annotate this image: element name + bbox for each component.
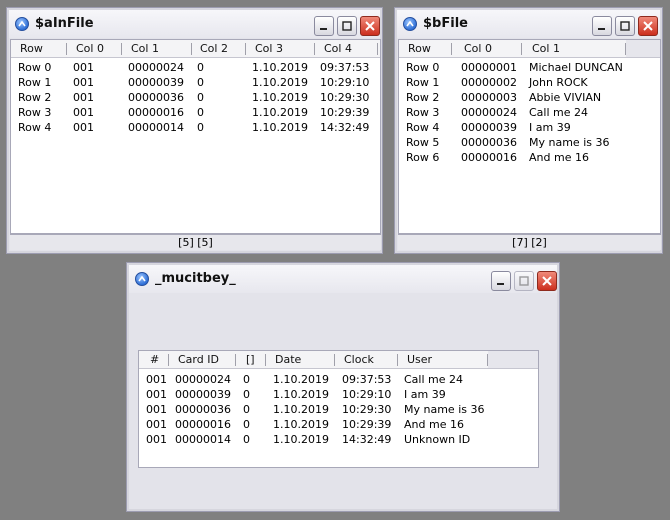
column-header[interactable]: Col 0 [464,42,492,56]
window-ainfile: $aInFile Row Col 0 Col 1 Col 2 Col 3 Col… [6,7,383,254]
table-row[interactable]: Row 0 00000001 Michael DUNCAN [399,60,660,75]
minimize-icon [598,28,605,30]
table-row[interactable]: Row 4 001 00000014 0 1.10.2019 14:32:49 [11,120,380,135]
column-header[interactable]: Row [20,42,43,56]
table-row[interactable]: 001 00000016 0 1.10.2019 10:29:39 And me 16 [139,417,538,432]
table-row[interactable]: Row 1 001 00000039 0 1.10.2019 10:29:10 [11,75,380,90]
status-bar: [5] [5] [10,234,381,250]
grid-header: # Card ID [] Date Clock User [139,351,538,369]
maximize-button[interactable] [337,16,357,36]
app-logo-icon[interactable] [135,272,149,286]
minimize-icon [497,283,504,285]
maximize-icon [519,276,529,286]
column-header[interactable]: Row [408,42,431,56]
column-header[interactable]: Clock [344,353,374,367]
column-header[interactable]: Col 1 [131,42,159,56]
column-header[interactable]: Col 3 [255,42,283,56]
titlebar[interactable]: $bFile [397,10,660,38]
table-row[interactable]: 001 00000039 0 1.10.2019 10:29:10 I am 39 [139,387,538,402]
minimize-button[interactable] [592,16,612,36]
data-grid[interactable]: # Card ID [] Date Clock User 001 00000024… [138,350,539,468]
minimize-button[interactable] [314,16,334,36]
column-header[interactable]: Col 2 [200,42,228,56]
table-row[interactable]: 001 00000036 0 1.10.2019 10:29:30 My name is … [139,402,538,417]
column-header[interactable]: Col 0 [76,42,104,56]
window-title: _mucitbey_ [155,271,236,286]
column-header[interactable]: Date [275,353,301,367]
table-row[interactable]: Row 2 001 00000036 0 1.10.2019 10:29:30 [11,90,380,105]
grid-header: Row Col 0 Col 1 [399,40,660,58]
window-title: $bFile [423,16,468,31]
maximize-icon [342,21,352,31]
maximize-icon [620,21,630,31]
table-row[interactable]: Row 2 00000003 Abbie VIVIAN [399,90,660,105]
close-button[interactable] [638,16,658,36]
table-row[interactable]: Row 6 00000016 And me 16 [399,150,660,165]
table-row[interactable]: Row 3 00000024 Call me 24 [399,105,660,120]
app-logo-icon[interactable] [403,17,417,31]
column-header[interactable]: Col 4 [324,42,352,56]
close-icon [643,21,653,31]
column-header[interactable]: Col 1 [532,42,560,56]
table-row[interactable]: 001 00000014 0 1.10.2019 14:32:49 Unknown ID [139,432,538,447]
close-button[interactable] [360,16,380,36]
minimize-icon [320,28,327,30]
data-grid[interactable]: Row Col 0 Col 1 Col 2 Col 3 Col 4 Row 00… [10,39,381,234]
table-row[interactable]: Row 0 001 00000024 0 1.10.2019 09:37:53 [11,60,380,75]
window-mucitbey: _mucitbey_ # Card ID [] Date Clock User … [126,262,560,512]
grid-header: Row Col 0 Col 1 Col 2 Col 3 Col 4 [11,40,380,58]
table-row[interactable]: Row 1 00000002 John ROCK [399,75,660,90]
data-grid[interactable]: Row Col 0 Col 1 Row 0 00000001 Michael DUN… [398,39,661,234]
close-icon [365,21,375,31]
window-title: $aInFile [35,16,94,31]
column-header[interactable]: # [150,353,159,367]
titlebar[interactable]: $aInFile [9,10,380,38]
column-header[interactable]: [] [246,353,255,367]
titlebar[interactable]: _mucitbey_ [129,265,557,293]
column-header[interactable]: User [407,353,432,367]
table-row[interactable]: 001 00000024 0 1.10.2019 09:37:53 Call me 24 [139,372,538,387]
maximize-button [514,271,534,291]
minimize-button[interactable] [491,271,511,291]
close-icon [542,276,552,286]
table-row[interactable]: Row 3 001 00000016 0 1.10.2019 10:29:39 [11,105,380,120]
status-bar: [7] [2] [398,234,661,250]
column-header[interactable]: Card ID [178,353,219,367]
table-row[interactable]: Row 4 00000039 I am 39 [399,120,660,135]
close-button[interactable] [537,271,557,291]
window-bfile: $bFile Row Col 0 Col 1 Row 0 00000001 Mich… [394,7,663,254]
app-logo-icon[interactable] [15,17,29,31]
table-row[interactable]: Row 5 00000036 My name is 36 [399,135,660,150]
maximize-button[interactable] [615,16,635,36]
